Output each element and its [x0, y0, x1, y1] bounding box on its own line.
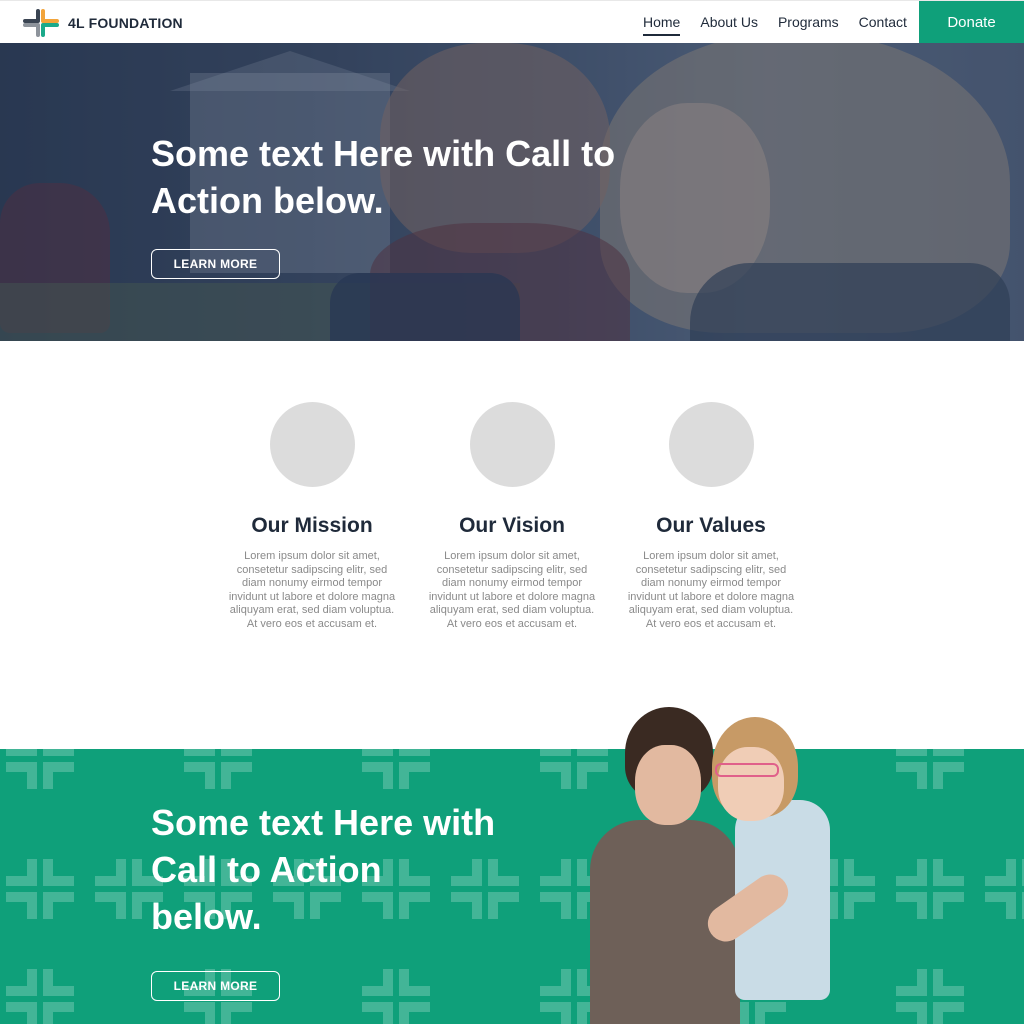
girl-face — [718, 747, 784, 821]
pattern-bracket — [6, 1002, 37, 1024]
pattern-bracket — [896, 762, 927, 789]
feature-title: Our Values — [656, 514, 766, 537]
hero-learn-more-button[interactable]: LEARN MORE — [151, 249, 280, 279]
pattern-bracket — [933, 859, 964, 886]
pattern-bracket — [362, 1002, 393, 1024]
feature-title: Our Vision — [459, 514, 565, 537]
logo-text: 4L FOUNDATION — [68, 15, 183, 31]
pattern-bracket — [95, 859, 126, 886]
feature-values: Our Values Lorem ipsum dolor sit amet, c… — [611, 402, 811, 631]
feature-text: Lorem ipsum dolor sit amet, consetetur s… — [228, 550, 396, 630]
feature-vision: Our Vision Lorem ipsum dolor sit amet, c… — [412, 402, 612, 631]
pattern-bracket — [933, 892, 964, 919]
pattern-bracket — [985, 892, 1016, 919]
nav-item-programs[interactable]: Programs — [778, 14, 839, 36]
pattern-bracket — [6, 859, 37, 886]
pattern-bracket — [43, 1002, 74, 1024]
pattern-bracket — [540, 762, 571, 789]
pattern-bracket — [221, 1002, 252, 1024]
pattern-bracket — [399, 1002, 430, 1024]
feature-mission: Our Mission Lorem ipsum dolor sit amet, … — [212, 402, 412, 631]
pattern-bracket — [896, 1002, 927, 1024]
pattern-bracket — [43, 969, 74, 996]
pattern-bracket — [933, 969, 964, 996]
pattern-bracket — [844, 892, 875, 919]
pattern-bracket — [184, 762, 215, 789]
top-navigation: 4L FOUNDATION Home About Us Programs Con… — [0, 0, 1024, 44]
pattern-bracket — [221, 762, 252, 789]
cta-title: Some text Here with Call to Action below… — [151, 802, 496, 937]
pattern-bracket — [6, 762, 37, 789]
pattern-bracket — [6, 749, 37, 756]
feature-title: Our Mission — [251, 514, 373, 537]
cta-learn-more-button[interactable]: LEARN MORE — [151, 971, 280, 1001]
pattern-bracket — [933, 762, 964, 789]
cta-band: Some text Here with Call to Action below… — [0, 749, 1024, 1024]
vision-image-placeholder — [469, 402, 555, 487]
pattern-bracket — [540, 892, 571, 919]
hero-title: Some text Here with Call to Action below… — [151, 133, 616, 221]
pattern-bracket — [540, 859, 571, 886]
pattern-bracket — [540, 1002, 571, 1024]
pattern-bracket — [399, 762, 430, 789]
pattern-bracket — [540, 749, 571, 756]
pattern-bracket — [896, 749, 927, 756]
mother-face — [635, 745, 701, 825]
pattern-bracket — [221, 749, 252, 756]
pattern-bracket — [933, 749, 964, 756]
nav-item-home[interactable]: Home — [643, 14, 681, 36]
pattern-bracket — [844, 859, 875, 886]
hero-banner: Some text Here with Call to Action below… — [0, 43, 1024, 341]
donate-button[interactable]: Donate — [919, 1, 1024, 44]
feature-text: Lorem ipsum dolor sit amet, consetetur s… — [627, 550, 795, 630]
pattern-bracket — [6, 892, 37, 919]
pattern-bracket — [540, 969, 571, 996]
pattern-bracket — [896, 859, 927, 886]
pattern-bracket — [362, 749, 393, 756]
pattern-bracket — [184, 749, 215, 756]
cross-logo-icon — [23, 9, 59, 37]
values-image-placeholder — [668, 402, 754, 487]
pattern-bracket — [399, 749, 430, 756]
pattern-bracket — [399, 969, 430, 996]
pattern-bracket — [184, 1002, 215, 1024]
pattern-bracket — [43, 892, 74, 919]
pattern-bracket — [6, 969, 37, 996]
site-logo[interactable]: 4L FOUNDATION — [22, 9, 183, 37]
mother-daughter-photo — [585, 705, 835, 1024]
pattern-bracket — [95, 892, 126, 919]
pattern-bracket — [933, 1002, 964, 1024]
pattern-bracket — [362, 969, 393, 996]
pattern-bracket — [43, 859, 74, 886]
nav-item-about-us[interactable]: About Us — [700, 14, 758, 36]
nav-item-contact[interactable]: Contact — [859, 14, 907, 36]
pattern-bracket — [896, 969, 927, 996]
feature-text: Lorem ipsum dolor sit amet, consetetur s… — [428, 550, 596, 630]
girl-glasses — [715, 763, 779, 777]
pattern-bracket — [43, 762, 74, 789]
main-menu: Home About Us Programs Contact — [643, 14, 907, 36]
pattern-bracket — [985, 859, 1016, 886]
mission-image-placeholder — [269, 402, 355, 487]
pattern-bracket — [43, 749, 74, 756]
pattern-bracket — [362, 762, 393, 789]
pattern-bracket — [896, 892, 927, 919]
